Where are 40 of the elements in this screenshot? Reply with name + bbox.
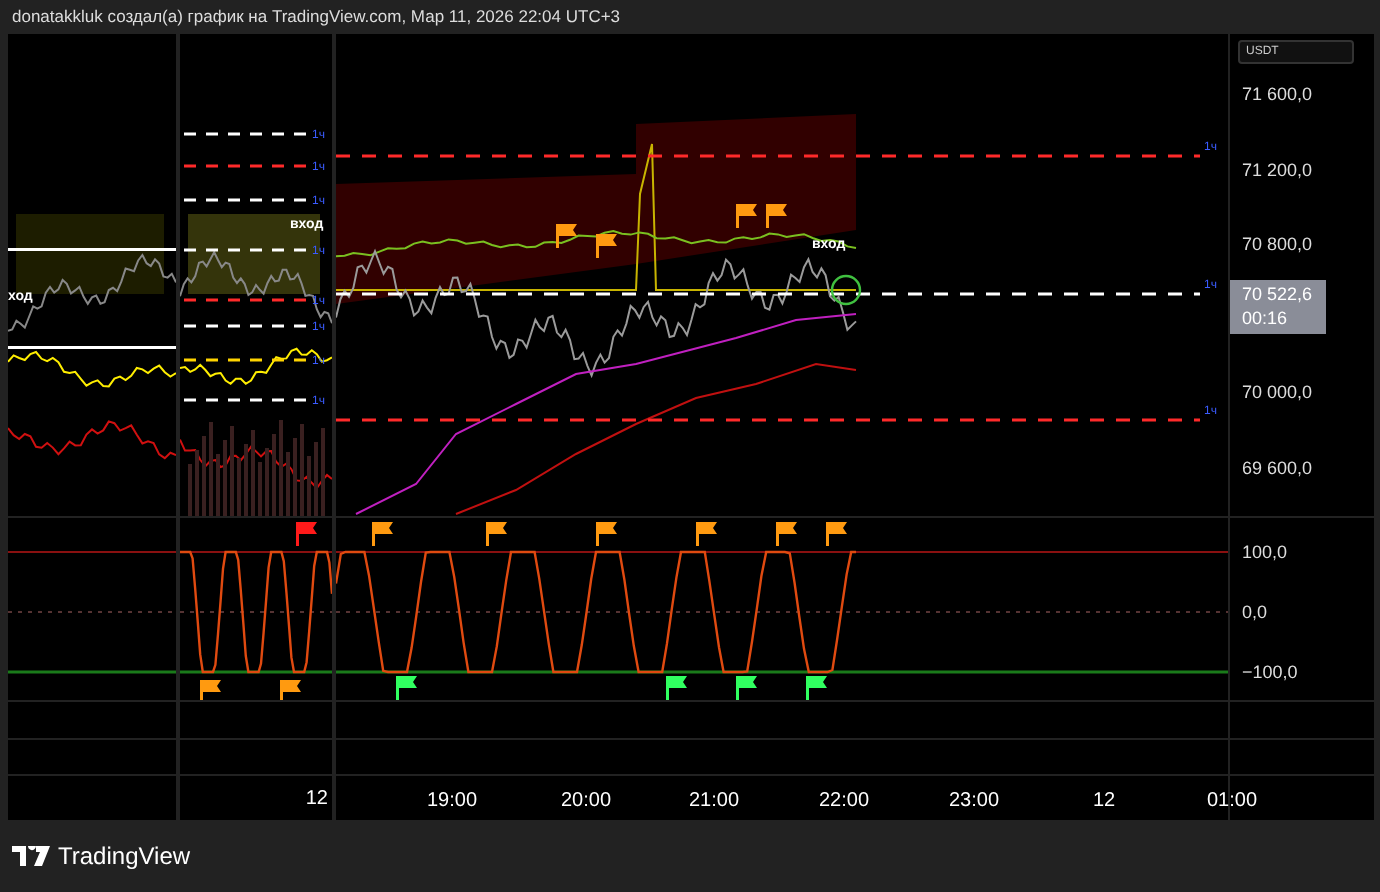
flag-icon xyxy=(596,234,617,258)
oscillator-tick: 0,0 xyxy=(1242,600,1268,626)
time-label: 22:00 xyxy=(818,788,870,817)
flag-icon xyxy=(826,522,847,546)
price-tick: 71 600,0 xyxy=(1242,82,1313,108)
time-label: 12 xyxy=(305,785,328,814)
price-tick: 69 600,0 xyxy=(1242,456,1313,482)
flag-icon xyxy=(736,204,757,228)
time-label: 20:00 xyxy=(560,788,612,817)
time-label: 21:00 xyxy=(688,788,740,817)
flag-icon xyxy=(806,676,827,700)
last-price-badge: 70 522,6 00:16 xyxy=(1230,280,1326,334)
tradingview-logo[interactable]: TradingView xyxy=(12,838,191,874)
circle-marker xyxy=(830,274,862,306)
oscillator-tick: −100,0 xyxy=(1242,660,1298,686)
volume-bars xyxy=(188,420,325,516)
flag-icon xyxy=(766,204,787,228)
flag-icon xyxy=(666,676,687,700)
time-label: 01:00 xyxy=(1206,788,1258,817)
flag-icon xyxy=(776,522,797,546)
flag-icon xyxy=(486,522,507,546)
flag-icon xyxy=(372,522,393,546)
time-label: 19:00 xyxy=(426,788,478,817)
flag-icon xyxy=(556,224,577,248)
chart-caption: donatakkluk создал(а) график на TradingView.com, Мар 11, 2026 22:04 UTC+3 xyxy=(12,4,621,30)
time-label: 23:00 xyxy=(948,788,1000,817)
flag-icon xyxy=(280,680,301,700)
flag-icon xyxy=(296,522,317,546)
price-tick: 70 000,0 xyxy=(1242,380,1313,406)
flag-icon xyxy=(396,676,417,700)
flag-icon xyxy=(736,676,757,700)
price-tick: 70 800,0 xyxy=(1242,232,1313,258)
logo-icon xyxy=(12,846,50,866)
price-tick: 71 200,0 xyxy=(1242,158,1313,184)
flag-icon xyxy=(596,522,617,546)
flag-icon xyxy=(200,680,221,700)
flag-icon xyxy=(696,522,717,546)
time-label: 12 xyxy=(1092,788,1116,817)
price-scale xyxy=(1230,739,1374,775)
oscillator-tick: 100,0 xyxy=(1242,540,1288,566)
